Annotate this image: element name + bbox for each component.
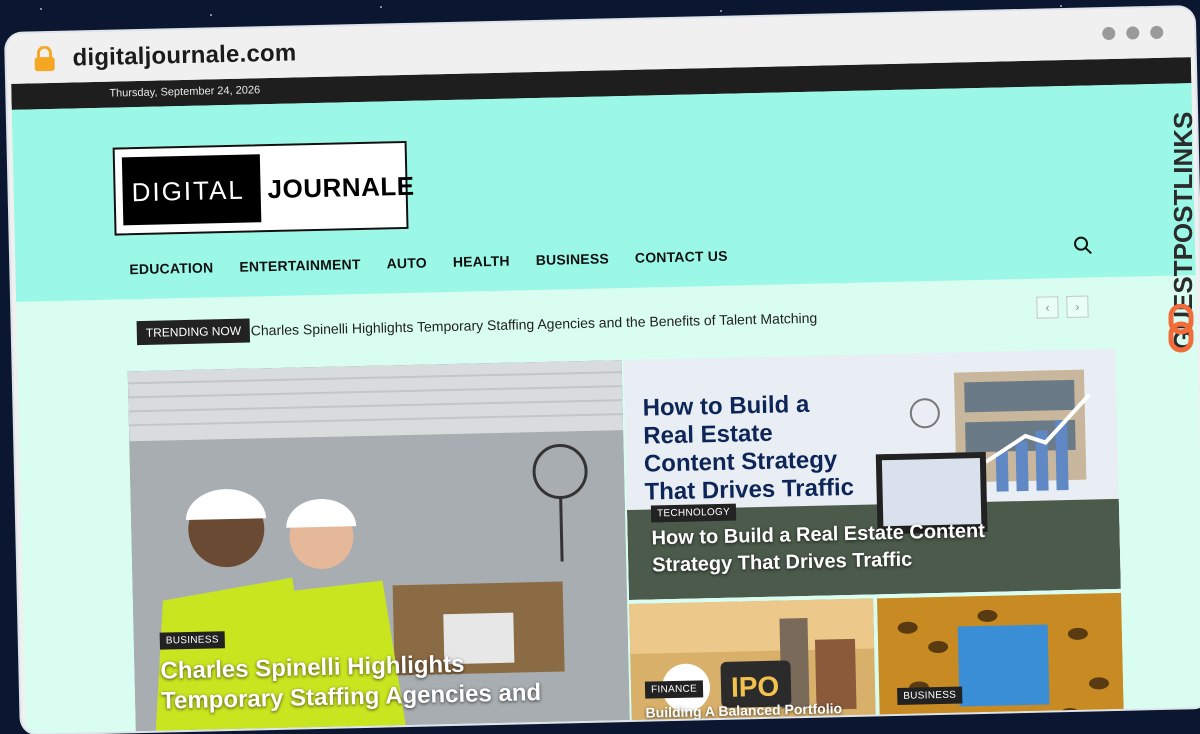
svg-text:Content Strategy: Content Strategy	[644, 446, 839, 477]
trending-headline[interactable]: Charles Spinelli Highlights Temporary St…	[251, 310, 818, 339]
category-badge[interactable]: BUSINESS	[159, 631, 225, 650]
svg-text:Real Estate: Real Estate	[643, 420, 773, 450]
nav-item-entertainment[interactable]: ENTERTAINMENT	[239, 256, 361, 275]
chevron-right-icon[interactable]: ›	[1066, 295, 1089, 319]
featured-article-card[interactable]: BUSINESS Charles Spinelli Highlights Tem…	[127, 360, 630, 732]
trending-bar: TRENDING NOW Charles Spinelli Highlights…	[136, 295, 1097, 347]
category-badge[interactable]: BUSINESS	[897, 686, 963, 705]
site-header: DIGITAL JOURNALE EDUCATION ENTERTAINMENT…	[11, 83, 1196, 302]
category-badge[interactable]: FINANCE	[644, 680, 704, 699]
link-chain-icon	[1168, 304, 1194, 353]
svg-text:That Drives Traffic: That Drives Traffic	[644, 474, 854, 506]
logo-word-digital: DIGITAL	[131, 174, 246, 208]
window-dot-icon[interactable]	[1126, 26, 1140, 40]
bees-photo	[877, 592, 1125, 734]
window-dot-icon[interactable]	[1102, 26, 1116, 41]
page-viewport: Thursday, September 24, 2026 DIGITAL JOU…	[11, 57, 1200, 734]
nav-item-business[interactable]: BUSINESS	[536, 250, 610, 268]
svg-text:How to Build a: How to Build a	[642, 391, 810, 422]
current-date: Thursday, September 24, 2026	[109, 84, 261, 100]
article-title[interactable]: Building A Balanced Portfolio	[645, 699, 865, 722]
window-dot-icon[interactable]	[1150, 25, 1164, 40]
nav-item-education[interactable]: EDUCATION	[129, 259, 213, 277]
category-badge[interactable]: TECHNOLOGY	[650, 503, 737, 523]
url-text[interactable]: digitaljournale.com	[72, 39, 296, 72]
trending-label: TRENDING NOW	[136, 318, 251, 346]
site-logo[interactable]: DIGITAL JOURNALE	[112, 140, 415, 236]
featured-article-card[interactable]: How to Build a Real Estate Content Strat…	[623, 348, 1121, 601]
logo-word-journale: JOURNALE	[267, 170, 415, 205]
nav-item-health[interactable]: HEALTH	[453, 253, 510, 270]
article-title[interactable]: Charles Spinelli Highlights Temporary St…	[160, 647, 591, 717]
browser-window: digitaljournale.com Thursday, September …	[6, 7, 1200, 734]
nav-item-auto[interactable]: AUTO	[386, 255, 427, 272]
svg-text:IPO: IPO	[731, 671, 780, 703]
search-icon[interactable]	[1073, 235, 1093, 255]
article-card[interactable]: BUSINESS	[877, 592, 1125, 734]
article-card[interactable]: IPO FINANCE Building A Balanced Portfoli…	[629, 598, 877, 734]
chevron-left-icon[interactable]: ‹	[1036, 296, 1059, 319]
nav-item-contact-us[interactable]: CONTACT US	[635, 248, 728, 266]
main-nav: EDUCATION ENTERTAINMENT AUTO HEALTH BUSI…	[129, 247, 754, 278]
article-title[interactable]: How to Build a Real Estate Content Strat…	[651, 517, 1022, 579]
lock-icon	[34, 45, 55, 72]
